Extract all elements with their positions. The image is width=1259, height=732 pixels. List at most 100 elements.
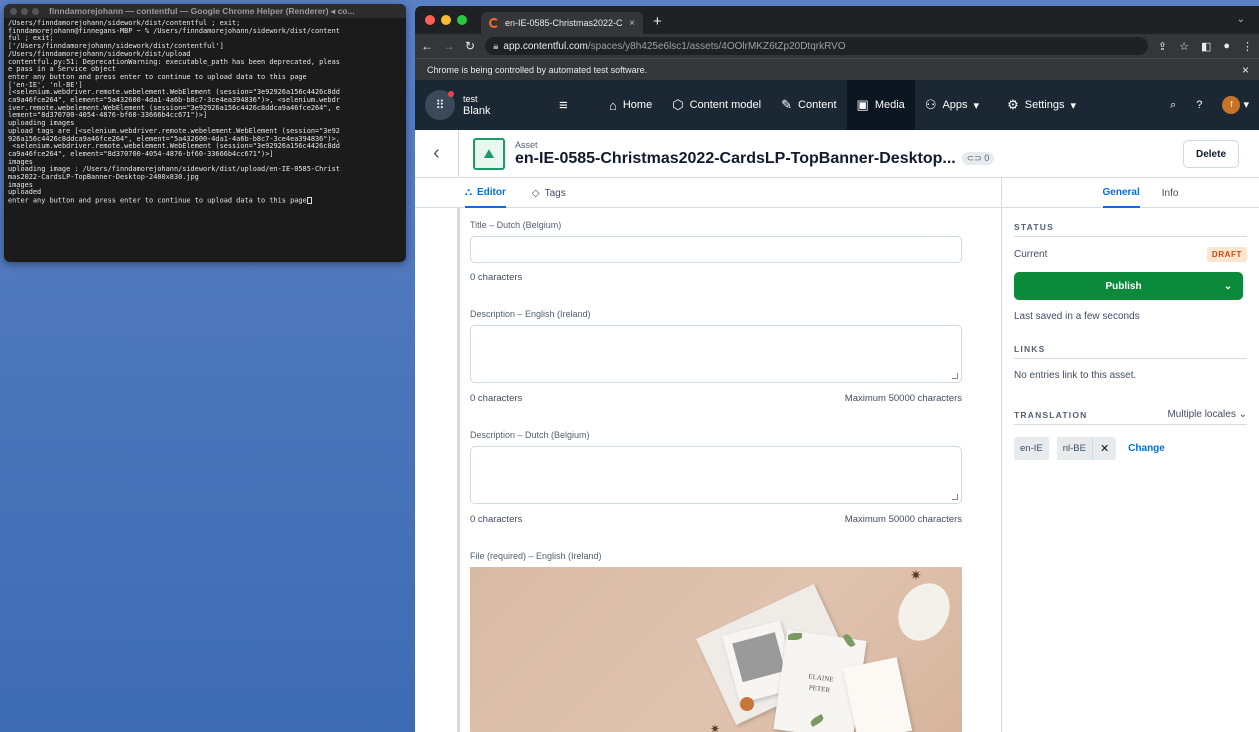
hamburger-menu-icon[interactable]: ≡ bbox=[559, 97, 589, 114]
zoom-window-icon[interactable] bbox=[457, 15, 467, 25]
window-controls bbox=[425, 15, 467, 25]
translation-section: TRANSLATION Multiple locales ⌄ en-IE nl-… bbox=[1014, 409, 1247, 460]
tab-general[interactable]: General bbox=[1102, 178, 1140, 208]
description-english-textarea[interactable] bbox=[470, 325, 962, 383]
infobar-close-icon[interactable]: × bbox=[1242, 63, 1249, 77]
max-characters: Maximum 50000 characters bbox=[844, 393, 962, 404]
side-panel-icon[interactable]: ◧ bbox=[1201, 40, 1211, 53]
links-text: No entries link to this asset. bbox=[1014, 370, 1137, 381]
translation-heading: TRANSLATION Multiple locales ⌄ bbox=[1014, 409, 1247, 425]
max-characters: Maximum 50000 characters bbox=[844, 514, 962, 525]
title-dutch-input[interactable] bbox=[470, 236, 962, 263]
reload-icon[interactable]: ↻ bbox=[465, 39, 475, 53]
share-icon[interactable]: ⇪ bbox=[1158, 40, 1167, 53]
media-icon: ▣ bbox=[856, 97, 869, 112]
chevron-down-icon[interactable]: ⌄ bbox=[1213, 281, 1243, 292]
remove-locale-icon[interactable]: ✕ bbox=[1091, 437, 1116, 460]
browser-menu-icon[interactable]: ⋮ bbox=[1242, 40, 1253, 53]
tab-title: en-IE-0585-Christmas2022-C bbox=[505, 18, 623, 28]
photo-placeholder bbox=[732, 632, 786, 683]
locale-field-rail bbox=[457, 208, 460, 732]
nav-settings[interactable]: ⚙ Settings ▾ bbox=[997, 80, 1086, 130]
nav-apps[interactable]: ⚇ Apps ▾ bbox=[915, 80, 989, 130]
apps-caret-icon: ▾ bbox=[973, 99, 980, 112]
locale-pill-en-ie: en-IE bbox=[1014, 437, 1049, 460]
asset-title-block: Asset en-IE-0585-Christmas2022-CardsLP-T… bbox=[515, 139, 995, 168]
field-label: Description – English (Ireland) bbox=[470, 309, 591, 319]
browser-tab[interactable]: en-IE-0585-Christmas2022-C × bbox=[481, 12, 643, 34]
terminal-cursor bbox=[306, 197, 312, 205]
nav-right-actions: ⌕ ? f ▾ bbox=[1170, 96, 1249, 114]
nav-media-label: Media bbox=[874, 99, 905, 111]
tab-tags[interactable]: ◇ Tags bbox=[532, 178, 566, 208]
close-window-icon[interactable] bbox=[425, 15, 435, 25]
delete-button[interactable]: Delete bbox=[1182, 140, 1239, 168]
tab-tags-label: Tags bbox=[544, 187, 566, 199]
main-navigation: ⌂ Home ⬡ Content model ✎ Content ▣ Media… bbox=[599, 80, 1086, 130]
status-heading-text: STATUS bbox=[1014, 222, 1054, 232]
asset-image-preview[interactable]: ELAINE PETER ✷ ✷ bbox=[470, 567, 962, 732]
current-label: Current bbox=[1014, 249, 1048, 260]
nav-content-label: Content bbox=[798, 99, 837, 111]
terminal-line: ca9a46fce264", element="8d370700-4054-48… bbox=[8, 149, 274, 158]
terminal-title: finndamorejohann — contentful — Google C… bbox=[49, 5, 355, 16]
minimize-window-icon[interactable] bbox=[441, 15, 451, 25]
close-dot-icon[interactable] bbox=[10, 7, 17, 15]
apps-icon: ⚇ bbox=[924, 97, 937, 112]
tab-info[interactable]: Info bbox=[1162, 178, 1179, 208]
back-button[interactable]: ‹ bbox=[415, 129, 459, 178]
terminal-output[interactable]: /Users/finndamorejohann/sidework/dist/co… bbox=[4, 18, 406, 207]
field-label: Title – Dutch (Belgium) bbox=[470, 220, 562, 230]
address-bar[interactable]: 🔒︎ app.contentful.com/spaces/y8h425e6lsc… bbox=[485, 37, 1148, 55]
zoom-dot-icon[interactable] bbox=[32, 7, 39, 15]
change-locales-link[interactable]: Change bbox=[1128, 443, 1165, 454]
automation-infobar: Chrome is being controlled by automated … bbox=[415, 58, 1259, 80]
entity-sidebar: General Info STATUS Current DRAFT Publis… bbox=[1002, 178, 1259, 732]
home-icon: ⌂ bbox=[609, 97, 617, 113]
terminal-window[interactable]: finndamorejohann — contentful — Google C… bbox=[4, 4, 406, 262]
asset-header: ‹ ⛰ Asset en-IE-0585-Christmas2022-Cards… bbox=[415, 129, 1259, 178]
new-tab-button[interactable]: + bbox=[653, 13, 662, 30]
ceramic-dish bbox=[888, 574, 960, 650]
status-section: STATUS Current DRAFT Publish ⌄ Last save… bbox=[1014, 222, 1247, 322]
asset-title: en-IE-0585-Christmas2022-CardsLP-TopBann… bbox=[515, 149, 956, 167]
terminal-titlebar[interactable]: finndamorejohann — contentful — Google C… bbox=[4, 4, 406, 18]
search-icon[interactable]: ⌕ bbox=[1170, 99, 1176, 112]
browser-toolbar: ← → ↻ 🔒︎ app.contentful.com/spaces/y8h42… bbox=[415, 34, 1259, 58]
profile-icon[interactable]: ● bbox=[1223, 40, 1230, 53]
references-badge[interactable]: ⊂⊃ 0 bbox=[961, 152, 995, 165]
links-heading: LINKS bbox=[1014, 344, 1247, 359]
content-edit-icon: ✎ bbox=[781, 97, 793, 112]
forward-arrow-icon[interactable]: → bbox=[443, 39, 455, 53]
field-hint: 0 characters Maximum 50000 characters bbox=[470, 514, 962, 525]
publish-button[interactable]: Publish ⌄ bbox=[1014, 272, 1243, 300]
nav-content-model[interactable]: ⬡ Content model bbox=[662, 80, 771, 130]
tab-editor[interactable]: ⛬ Editor bbox=[465, 178, 506, 208]
nav-media[interactable]: ▣ Media bbox=[846, 80, 915, 130]
nav-home[interactable]: ⌂ Home bbox=[599, 80, 662, 130]
locale-mode-select[interactable]: Multiple locales ⌄ bbox=[1167, 409, 1247, 420]
status-badge: DRAFT bbox=[1206, 247, 1247, 262]
nav-content[interactable]: ✎ Content bbox=[771, 80, 846, 130]
nav-content-model-label: Content model bbox=[689, 99, 762, 111]
status-row: Current DRAFT bbox=[1014, 247, 1247, 262]
locale-pill-label: nl-BE bbox=[1056, 437, 1092, 460]
app-switcher-button[interactable]: ⠿ bbox=[425, 90, 455, 120]
tab-search-icon[interactable]: ⌄ bbox=[1237, 14, 1245, 25]
bookmark-star-icon[interactable]: ☆ bbox=[1179, 40, 1189, 53]
space-selector[interactable]: test Blank bbox=[463, 93, 553, 117]
help-icon[interactable]: ? bbox=[1196, 99, 1202, 111]
back-arrow-icon[interactable]: ← bbox=[421, 39, 433, 53]
close-tab-icon[interactable]: × bbox=[629, 18, 635, 29]
minimize-dot-icon[interactable] bbox=[21, 7, 28, 15]
tag-icon: ◇ bbox=[531, 187, 540, 199]
asset-kind-label: Asset bbox=[515, 139, 538, 150]
locale-pill-nl-be: nl-BE ✕ bbox=[1056, 437, 1117, 460]
nav-home-label: Home bbox=[622, 99, 653, 111]
sidebar-tabs: General Info bbox=[1002, 178, 1259, 208]
lock-icon[interactable]: 🔒︎ bbox=[493, 41, 498, 52]
description-dutch-textarea[interactable] bbox=[470, 446, 962, 504]
editor-tab-icon: ⛬ bbox=[465, 186, 472, 198]
user-menu[interactable]: f ▾ bbox=[1222, 96, 1249, 114]
browser-window[interactable]: en-IE-0585-Christmas2022-C × + ⌄ ← → ↻ 🔒… bbox=[415, 6, 1259, 732]
